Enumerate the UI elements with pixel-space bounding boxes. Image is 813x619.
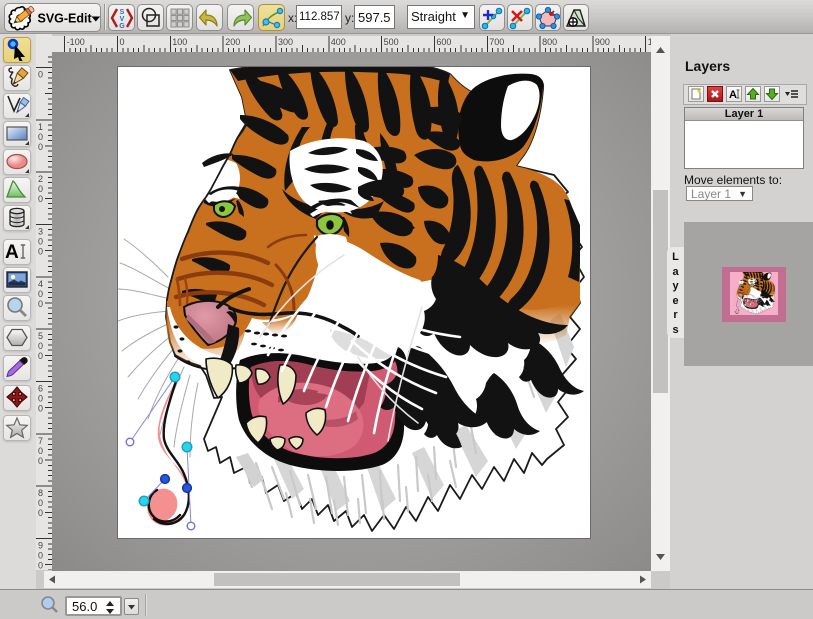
- svg-text:0: 0: [38, 194, 43, 204]
- svg-text:0: 0: [38, 394, 43, 404]
- svg-text:S: S: [119, 9, 124, 16]
- svg-text:0: 0: [38, 184, 43, 194]
- svg-text:0: 0: [38, 404, 43, 414]
- svg-text:300: 300: [278, 37, 293, 47]
- svg-text:0: 0: [38, 299, 43, 309]
- svg-text:3: 3: [38, 227, 43, 237]
- svg-text:0: 0: [38, 456, 43, 466]
- svg-text:0: 0: [38, 69, 43, 79]
- svg-text:0: 0: [38, 508, 43, 518]
- svg-text:500: 500: [384, 37, 399, 47]
- svg-text:SVG-Edit: SVG-Edit: [37, 11, 92, 25]
- svg-text:900: 900: [595, 37, 610, 47]
- svg-text:4: 4: [38, 279, 43, 289]
- svg-text:A: A: [5, 242, 19, 263]
- svg-text:7: 7: [38, 436, 43, 446]
- svg-text:1: 1: [38, 122, 43, 132]
- svg-text:9: 9: [38, 541, 43, 551]
- svg-text:0: 0: [38, 142, 43, 152]
- svg-text:0: 0: [38, 446, 43, 456]
- svg-text:0: 0: [38, 561, 43, 570]
- svg-text:800: 800: [542, 37, 557, 47]
- svg-text:5: 5: [38, 331, 43, 341]
- svg-text:-100: -100: [67, 37, 85, 47]
- svg-text:200: 200: [225, 37, 240, 47]
- svg-text:V: V: [119, 16, 124, 23]
- svg-text:0: 0: [38, 247, 43, 257]
- svg-text:0: 0: [38, 351, 43, 361]
- svg-text:0: 0: [38, 289, 43, 299]
- svg-text:100: 100: [172, 37, 187, 47]
- svg-text:700: 700: [489, 37, 504, 47]
- svg-text:0: 0: [38, 551, 43, 561]
- svg-text:2: 2: [38, 174, 43, 184]
- svg-text:A: A: [729, 89, 737, 101]
- svg-text:600: 600: [436, 37, 451, 47]
- svg-text:G: G: [119, 23, 125, 30]
- svg-text:0: 0: [38, 498, 43, 508]
- svg-text:0: 0: [38, 132, 43, 142]
- svg-text:400: 400: [331, 37, 346, 47]
- svg-text:0: 0: [38, 237, 43, 247]
- svg-text:8: 8: [38, 488, 43, 498]
- svg-text:0: 0: [38, 341, 43, 351]
- svg-text:0: 0: [120, 37, 125, 47]
- svg-text:6: 6: [38, 384, 43, 394]
